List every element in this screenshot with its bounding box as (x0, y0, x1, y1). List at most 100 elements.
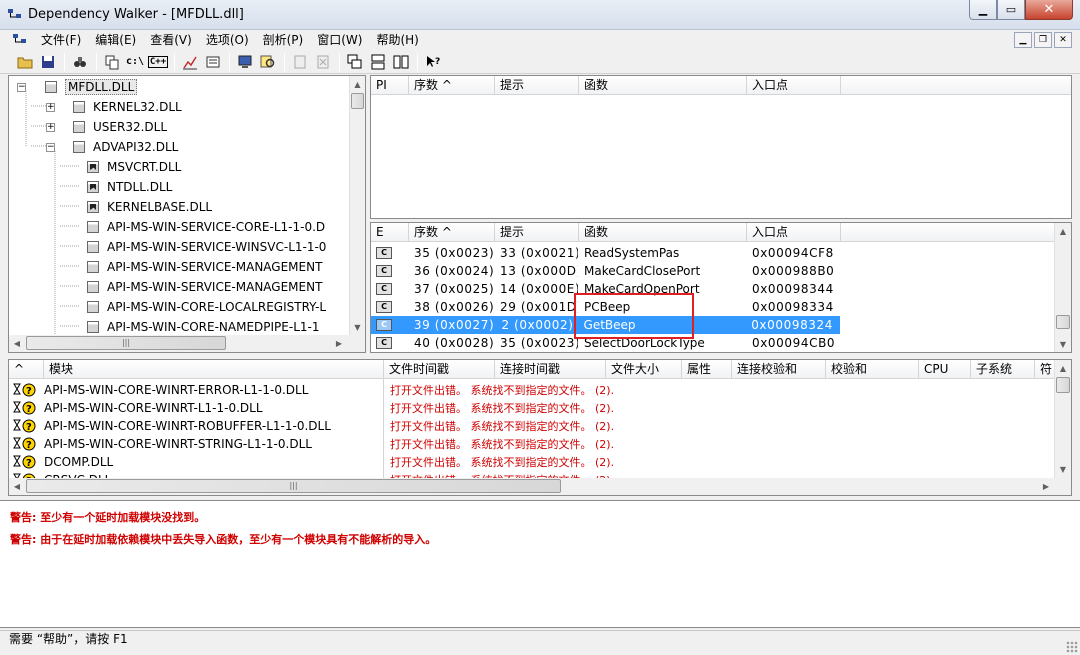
doc-restore-button[interactable]: ❐ (1034, 32, 1052, 48)
scroll-down-icon[interactable]: ▼ (350, 319, 365, 335)
col-link-timestamp[interactable]: 连接时间戳 (495, 360, 606, 378)
module-vscrollbar[interactable]: ▲ ▼ (1054, 360, 1071, 478)
scroll-thumb[interactable] (351, 93, 364, 109)
export-row[interactable]: C 38 (0x0026) 29 (0x001D) PCBeep 0x00098334 (371, 298, 1054, 316)
save-button[interactable] (37, 52, 59, 72)
next-button[interactable] (312, 52, 334, 72)
resize-grip-icon[interactable] (1066, 641, 1078, 653)
col-file-size[interactable]: 文件大小 (606, 360, 682, 378)
module-row[interactable]: ? API-MS-WIN-CORE-WINRT-STRING-L1-1-0.DLL… (9, 435, 1053, 453)
tree-item[interactable]: API-MS-WIN-SERVICE-MANAGEMENT (75, 277, 322, 297)
scroll-thumb[interactable] (1056, 377, 1070, 393)
col-ordinal[interactable]: 序数 ^ (409, 76, 495, 94)
col-module[interactable]: 模块 (44, 360, 384, 378)
scroll-left-icon[interactable]: ◀ (9, 335, 25, 351)
maximize-button[interactable]: ▭ (997, 0, 1025, 20)
menu-profile[interactable]: 剖析(P) (256, 30, 311, 50)
document-icon[interactable] (12, 33, 28, 47)
export-row[interactable]: C 37 (0x0025) 14 (0x000E) MakeCardOpenPort 0… (371, 280, 1054, 298)
tree-item[interactable]: − ADVAPI32.DLL (46, 137, 178, 157)
scroll-thumb[interactable]: ||| (26, 479, 561, 493)
col-e[interactable]: E (371, 223, 409, 241)
col-function[interactable]: 函数 (579, 223, 747, 241)
tree-item[interactable]: MSVCRT.DLL (75, 157, 181, 177)
menu-help[interactable]: 帮助(H) (369, 30, 425, 50)
col-checksum[interactable]: 校验和 (826, 360, 919, 378)
module-hscrollbar[interactable]: ◀ ||| ▶ (9, 478, 1071, 495)
tree-item[interactable]: API-MS-WIN-CORE-NAMEDPIPE-L1-1 (75, 317, 319, 337)
module-row[interactable]: ? API-MS-WIN-CORE-WINRT-L1-1-0.DLL 打开文件出错。… (9, 399, 1053, 417)
dependency-walker-app-icon (8, 9, 21, 18)
context-help-button[interactable]: ? (422, 52, 444, 72)
tree-item[interactable]: + USER32.DLL (46, 117, 167, 137)
scroll-up-icon[interactable]: ▲ (350, 76, 365, 92)
copy-button[interactable] (101, 52, 123, 72)
scroll-down-icon[interactable]: ▼ (1055, 336, 1071, 352)
col-pi[interactable]: PI (371, 76, 409, 94)
menu-options[interactable]: 选项(O) (199, 30, 256, 50)
scroll-thumb[interactable] (1056, 315, 1070, 329)
col-file-timestamp[interactable]: 文件时间戳 (384, 360, 495, 378)
view-module-button[interactable] (179, 52, 201, 72)
tile-vertical-button[interactable] (390, 52, 412, 72)
open-button[interactable] (14, 52, 36, 72)
expand-icon[interactable]: + (46, 102, 55, 112)
tree-item[interactable]: API-MS-WIN-CORE-LOCALREGISTRY-L (75, 297, 326, 317)
title-bar[interactable]: Dependency Walker - [MFDLL.dll] ▁ ▭ ✕ (0, 0, 1080, 30)
scroll-left-icon[interactable]: ◀ (9, 478, 25, 494)
collapse-icon[interactable]: − (46, 142, 55, 152)
undecorate-cpp-button[interactable]: C++ (147, 52, 169, 72)
module-row[interactable]: ? API-MS-WIN-CORE-WINRT-ERROR-L1-1-0.DLL 打… (9, 381, 1053, 399)
col-hint[interactable]: 提示 (495, 223, 579, 241)
scroll-up-icon[interactable]: ▲ (1055, 223, 1071, 239)
module-row[interactable]: ? DCOMP.DLL 打开文件出错。 系统找不到指定的文件。 (2). (9, 453, 1053, 471)
tree-item[interactable]: NTDLL.DLL (75, 177, 172, 197)
menu-file[interactable]: 文件(F) (34, 30, 88, 50)
col-subsystem[interactable]: 子系统 (971, 360, 1035, 378)
export-row[interactable]: C 36 (0x0024) 13 (0x000D) MakeCardClosePort… (371, 262, 1054, 280)
menu-window[interactable]: 窗口(W) (310, 30, 369, 50)
tree-item[interactable]: + KERNEL32.DLL (46, 97, 182, 117)
tree-item[interactable]: API-MS-WIN-SERVICE-MANAGEMENT (75, 257, 322, 277)
module-icon (87, 261, 99, 273)
tree-vscrollbar[interactable]: ▲ ▼ (349, 76, 365, 335)
col-entry-point[interactable]: 入口点 (747, 76, 841, 94)
find-button[interactable] (69, 52, 91, 72)
col-function[interactable]: 函数 (579, 76, 747, 94)
prev-button[interactable] (289, 52, 311, 72)
menu-edit[interactable]: 编辑(E) (88, 30, 143, 50)
export-row[interactable]: C 35 (0x0023) 33 (0x0021) ReadSystemPas 0x00… (371, 244, 1054, 262)
scroll-right-icon[interactable]: ▶ (331, 335, 347, 351)
export-row[interactable]: C 40 (0x0028) 35 (0x0023) SelectDoorLockTyp… (371, 334, 1054, 352)
minimize-button[interactable]: ▁ (969, 0, 997, 20)
scroll-thumb[interactable]: ||| (26, 336, 226, 350)
col-sort[interactable]: ^ (9, 360, 44, 378)
search-button[interactable] (257, 52, 279, 72)
col-link-checksum[interactable]: 连接校验和 (732, 360, 826, 378)
col-cpu[interactable]: CPU (919, 360, 971, 378)
scroll-down-icon[interactable]: ▼ (1055, 461, 1071, 477)
menu-view[interactable]: 查看(V) (143, 30, 199, 50)
col-ordinal[interactable]: 序数 ^ (409, 223, 495, 241)
scroll-right-icon[interactable]: ▶ (1038, 478, 1054, 494)
scroll-up-icon[interactable]: ▲ (1055, 360, 1071, 376)
col-attributes[interactable]: 属性 (682, 360, 732, 378)
col-hint[interactable]: 提示 (495, 76, 579, 94)
tree-item[interactable]: API-MS-WIN-SERVICE-WINSVC-L1-1-0 (75, 237, 326, 257)
doc-close-button[interactable]: ✕ (1054, 32, 1072, 48)
export-vscrollbar[interactable]: ▲ ▼ (1054, 223, 1071, 352)
doc-minimize-button[interactable]: ▁ (1014, 32, 1032, 48)
tree-item[interactable]: API-MS-WIN-SERVICE-CORE-L1-1-0.D (75, 217, 325, 237)
properties-button[interactable] (202, 52, 224, 72)
close-button[interactable]: ✕ (1025, 0, 1073, 20)
expand-icon[interactable]: + (46, 122, 55, 132)
col-entry-point[interactable]: 入口点 (747, 223, 841, 241)
export-hint-cell: 14 (0x000E) (500, 282, 579, 296)
full-paths-button[interactable]: c:\ (124, 52, 146, 72)
tile-horizontal-button[interactable] (367, 52, 389, 72)
tree-item[interactable]: KERNELBASE.DLL (75, 197, 212, 217)
tree-hscrollbar[interactable]: ◀ ||| ▶ (9, 335, 365, 352)
system-info-button[interactable] (234, 52, 256, 72)
cascade-button[interactable] (344, 52, 366, 72)
module-row[interactable]: ? API-MS-WIN-CORE-WINRT-ROBUFFER-L1-1-0.D… (9, 417, 1053, 435)
